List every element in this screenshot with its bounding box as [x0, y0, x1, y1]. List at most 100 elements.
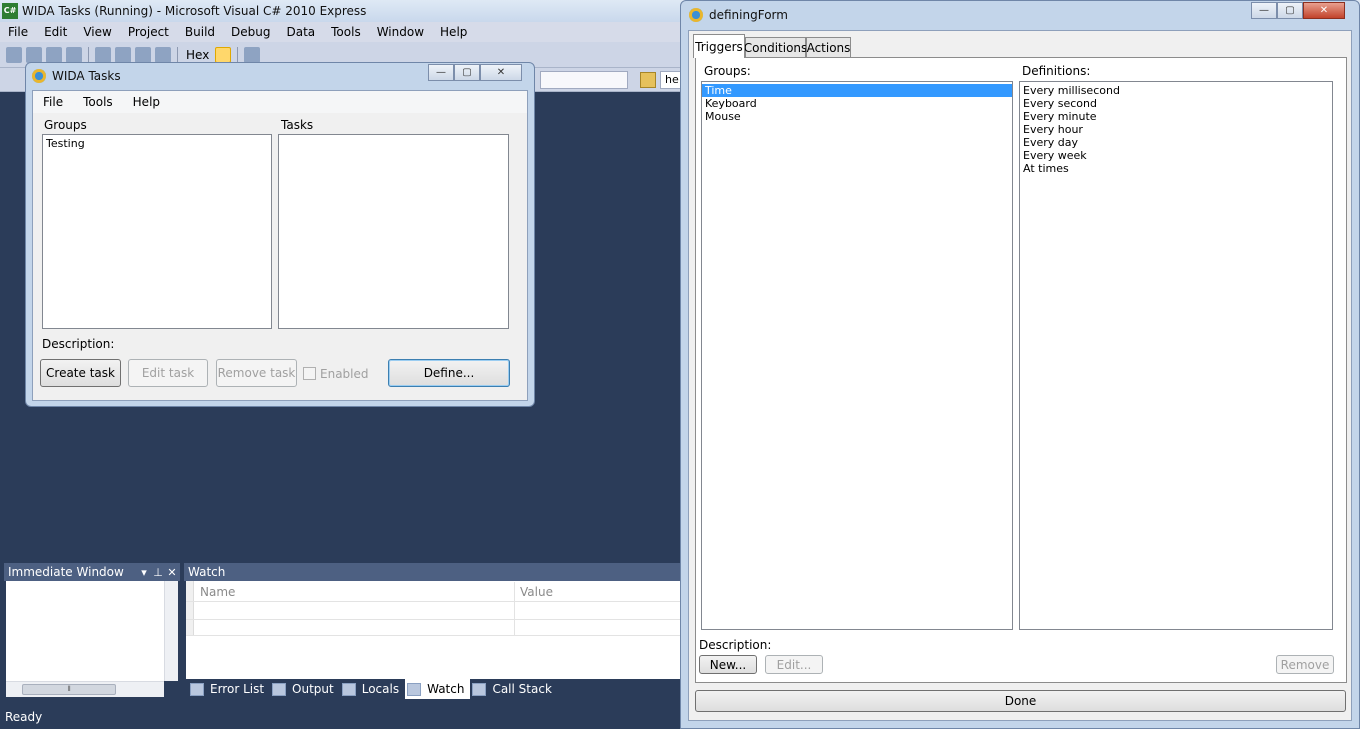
- tab-call-stack[interactable]: Call Stack: [470, 679, 557, 699]
- groups-listbox[interactable]: Testing: [42, 134, 272, 329]
- show-next-statement-icon[interactable]: [95, 46, 111, 63]
- menu-project[interactable]: Project: [120, 25, 177, 39]
- list-item[interactable]: At times: [1020, 162, 1332, 175]
- menu-build[interactable]: Build: [177, 25, 223, 39]
- close-icon[interactable]: ✕: [166, 566, 178, 579]
- menu-tools[interactable]: Tools: [73, 95, 123, 109]
- groups-label: Groups: [44, 118, 87, 132]
- hex-toggle-button[interactable]: Hex: [186, 48, 209, 62]
- defining-form-window: definingForm — ▢ ✕ Triggers Conditions A…: [680, 0, 1360, 729]
- caption-buttons: — ▢ ✕: [1251, 2, 1345, 19]
- trigger-groups-listbox[interactable]: Time Keyboard Mouse: [701, 81, 1013, 630]
- list-item[interactable]: Mouse: [702, 110, 1012, 123]
- vs-window-title: WIDA Tasks (Running) - Microsoft Visual …: [22, 4, 367, 18]
- done-button[interactable]: Done: [695, 690, 1346, 712]
- breakpoints-window-icon[interactable]: [244, 46, 261, 63]
- enabled-label: Enabled: [320, 367, 369, 381]
- locals-icon: [341, 682, 356, 696]
- maximize-button[interactable]: ▢: [454, 64, 480, 81]
- caption-buttons: — ▢ ✕: [428, 64, 522, 81]
- list-item[interactable]: Every minute: [1020, 110, 1332, 123]
- list-item[interactable]: Every millisecond: [1020, 84, 1332, 97]
- solution-config-combo[interactable]: [540, 71, 628, 89]
- edit-task-button[interactable]: Edit task: [128, 359, 208, 387]
- pin-icon[interactable]: ⊥: [152, 566, 164, 579]
- close-button[interactable]: ✕: [1303, 2, 1345, 19]
- menu-help[interactable]: Help: [123, 95, 170, 109]
- grid-line: [186, 619, 682, 620]
- vertical-scrollbar[interactable]: [164, 581, 178, 681]
- watch-column-name[interactable]: Name: [194, 582, 514, 602]
- toolbar-separator: [237, 46, 239, 63]
- define-button[interactable]: Define...: [388, 359, 510, 387]
- watch-window-header: Watch: [184, 563, 684, 581]
- menu-file[interactable]: File: [33, 95, 73, 109]
- remove-button[interactable]: Remove: [1276, 655, 1334, 674]
- stop-debugging-icon[interactable]: [46, 46, 62, 63]
- tab-error-list[interactable]: Error List: [188, 679, 270, 699]
- step-into-icon[interactable]: [115, 46, 131, 63]
- list-item[interactable]: Every second: [1020, 97, 1332, 110]
- immediate-window-header: Immediate Window ▾ ⊥ ✕: [4, 563, 180, 581]
- tab-triggers[interactable]: Triggers: [693, 34, 745, 58]
- step-over-icon[interactable]: [135, 46, 151, 63]
- groups-label: Groups:: [704, 64, 751, 78]
- enabled-checkbox[interactable]: [303, 367, 316, 380]
- menu-help[interactable]: Help: [432, 25, 475, 39]
- minimize-button[interactable]: —: [428, 64, 454, 81]
- menu-tools[interactable]: Tools: [323, 25, 369, 39]
- list-item[interactable]: Every hour: [1020, 123, 1332, 136]
- immediate-window-input[interactable]: [6, 581, 178, 681]
- continue-icon[interactable]: [6, 46, 22, 63]
- restart-icon[interactable]: [66, 46, 82, 63]
- wida-window-title: WIDA Tasks: [52, 69, 121, 83]
- tab-actions[interactable]: Actions: [806, 37, 851, 57]
- remove-task-button[interactable]: Remove task: [216, 359, 297, 387]
- status-bar: Ready: [0, 705, 682, 729]
- list-item[interactable]: Testing: [43, 137, 271, 150]
- list-item[interactable]: Keyboard: [702, 97, 1012, 110]
- step-out-icon[interactable]: [155, 46, 171, 63]
- app-icon: [689, 8, 703, 22]
- new-button[interactable]: New...: [699, 655, 757, 674]
- find-icon[interactable]: [640, 72, 656, 88]
- threads-icon[interactable]: [215, 46, 232, 63]
- wida-tasks-window: WIDA Tasks — ▢ ✕ File Tools Help Groups …: [25, 62, 535, 407]
- menu-edit[interactable]: Edit: [36, 25, 75, 39]
- minimize-button[interactable]: —: [1251, 2, 1277, 19]
- menu-view[interactable]: View: [75, 25, 119, 39]
- maximize-button[interactable]: ▢: [1277, 2, 1303, 19]
- tab-watch[interactable]: Watch: [405, 679, 471, 699]
- scrollbar-thumb[interactable]: ⦀: [22, 684, 116, 695]
- tasks-listbox[interactable]: [278, 134, 509, 329]
- toolbar-separator: [177, 46, 178, 63]
- list-item-selected[interactable]: Time: [702, 84, 1012, 97]
- tab-conditions[interactable]: Conditions: [744, 37, 807, 57]
- defining-form-client-area: Triggers Conditions Actions Groups: Defi…: [688, 30, 1352, 721]
- watch-column-value[interactable]: Value: [514, 582, 682, 602]
- definitions-listbox[interactable]: Every millisecond Every second Every min…: [1019, 81, 1333, 630]
- wida-menu-bar: File Tools Help: [33, 91, 527, 113]
- edit-button[interactable]: Edit...: [765, 655, 823, 674]
- create-task-button[interactable]: Create task: [40, 359, 121, 387]
- description-label: Description:: [699, 638, 772, 652]
- window-position-dropdown-icon[interactable]: ▾: [138, 566, 150, 579]
- list-item[interactable]: Every week: [1020, 149, 1332, 162]
- menu-file[interactable]: File: [0, 25, 36, 39]
- grid-line: [186, 601, 682, 602]
- watch-icon: [407, 682, 422, 696]
- menu-data[interactable]: Data: [278, 25, 323, 39]
- app-icon: [32, 69, 46, 83]
- output-icon: [272, 682, 287, 696]
- tab-locals[interactable]: Locals: [340, 679, 405, 699]
- close-button[interactable]: ✕: [480, 64, 522, 81]
- break-all-icon[interactable]: [26, 46, 42, 63]
- tab-output[interactable]: Output: [270, 679, 340, 699]
- menu-window[interactable]: Window: [369, 25, 432, 39]
- list-item[interactable]: Every day: [1020, 136, 1332, 149]
- menu-debug[interactable]: Debug: [223, 25, 278, 39]
- watch-window-title: Watch: [188, 565, 226, 579]
- toolbar-separator: [88, 46, 89, 63]
- error-list-icon: [190, 682, 204, 696]
- grid-line: [186, 635, 682, 636]
